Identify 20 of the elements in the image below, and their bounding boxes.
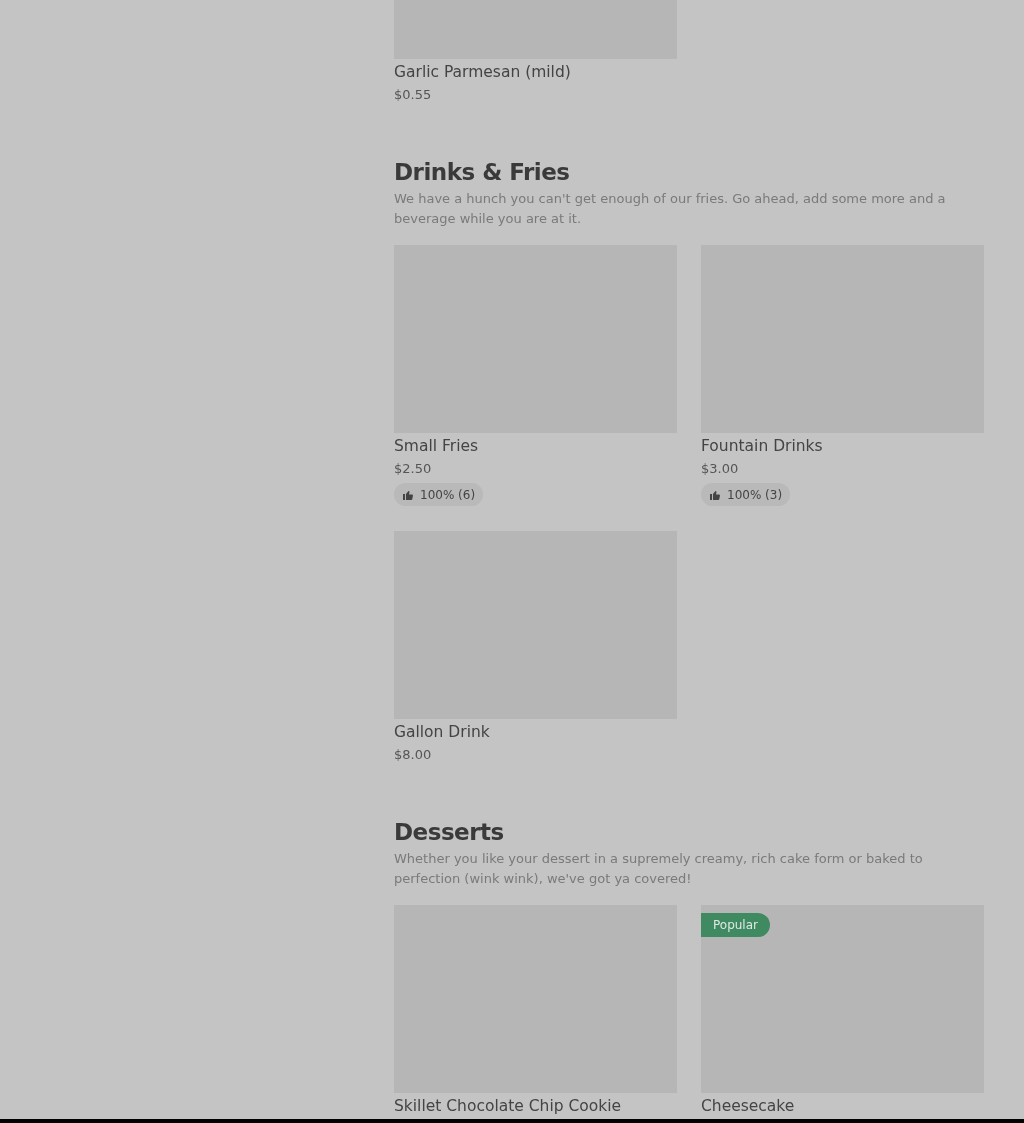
popular-badge: Popular	[701, 913, 770, 937]
item-name[interactable]: Fountain Drinks	[701, 436, 823, 456]
rating-text: 100% (3)	[727, 487, 783, 502]
item-name[interactable]: Cheesecake	[701, 1096, 795, 1116]
item-name[interactable]: Skillet Chocolate Chip Cookie	[394, 1096, 622, 1116]
item-price: $2.50	[394, 460, 432, 478]
item-price: $3.00	[701, 460, 739, 478]
item-name[interactable]: Gallon Drink	[394, 722, 490, 742]
item-name[interactable]: Garlic Parmesan (mild)	[394, 62, 571, 82]
section-description: We have a hunch you can't get enough of our fries. Go ahead, add some more and a beverage while you are at it.	[394, 190, 947, 228]
item-price: $0.55	[394, 86, 432, 104]
rating-text: 100% (6)	[420, 487, 476, 502]
item-price: $8.00	[394, 746, 432, 764]
thumbs-up-icon	[402, 488, 414, 501]
section-description: Whether you like your dessert in a supremely creamy, rich cake form or baked to perfection (wink wink), we've got ya covered!	[394, 850, 924, 888]
image-placeholder[interactable]	[701, 905, 984, 1093]
section-heading: Drinks & Fries	[394, 159, 571, 185]
section-heading: Desserts	[394, 819, 505, 845]
thumbs-up-icon	[709, 488, 721, 501]
item-name[interactable]: Small Fries	[394, 436, 479, 456]
